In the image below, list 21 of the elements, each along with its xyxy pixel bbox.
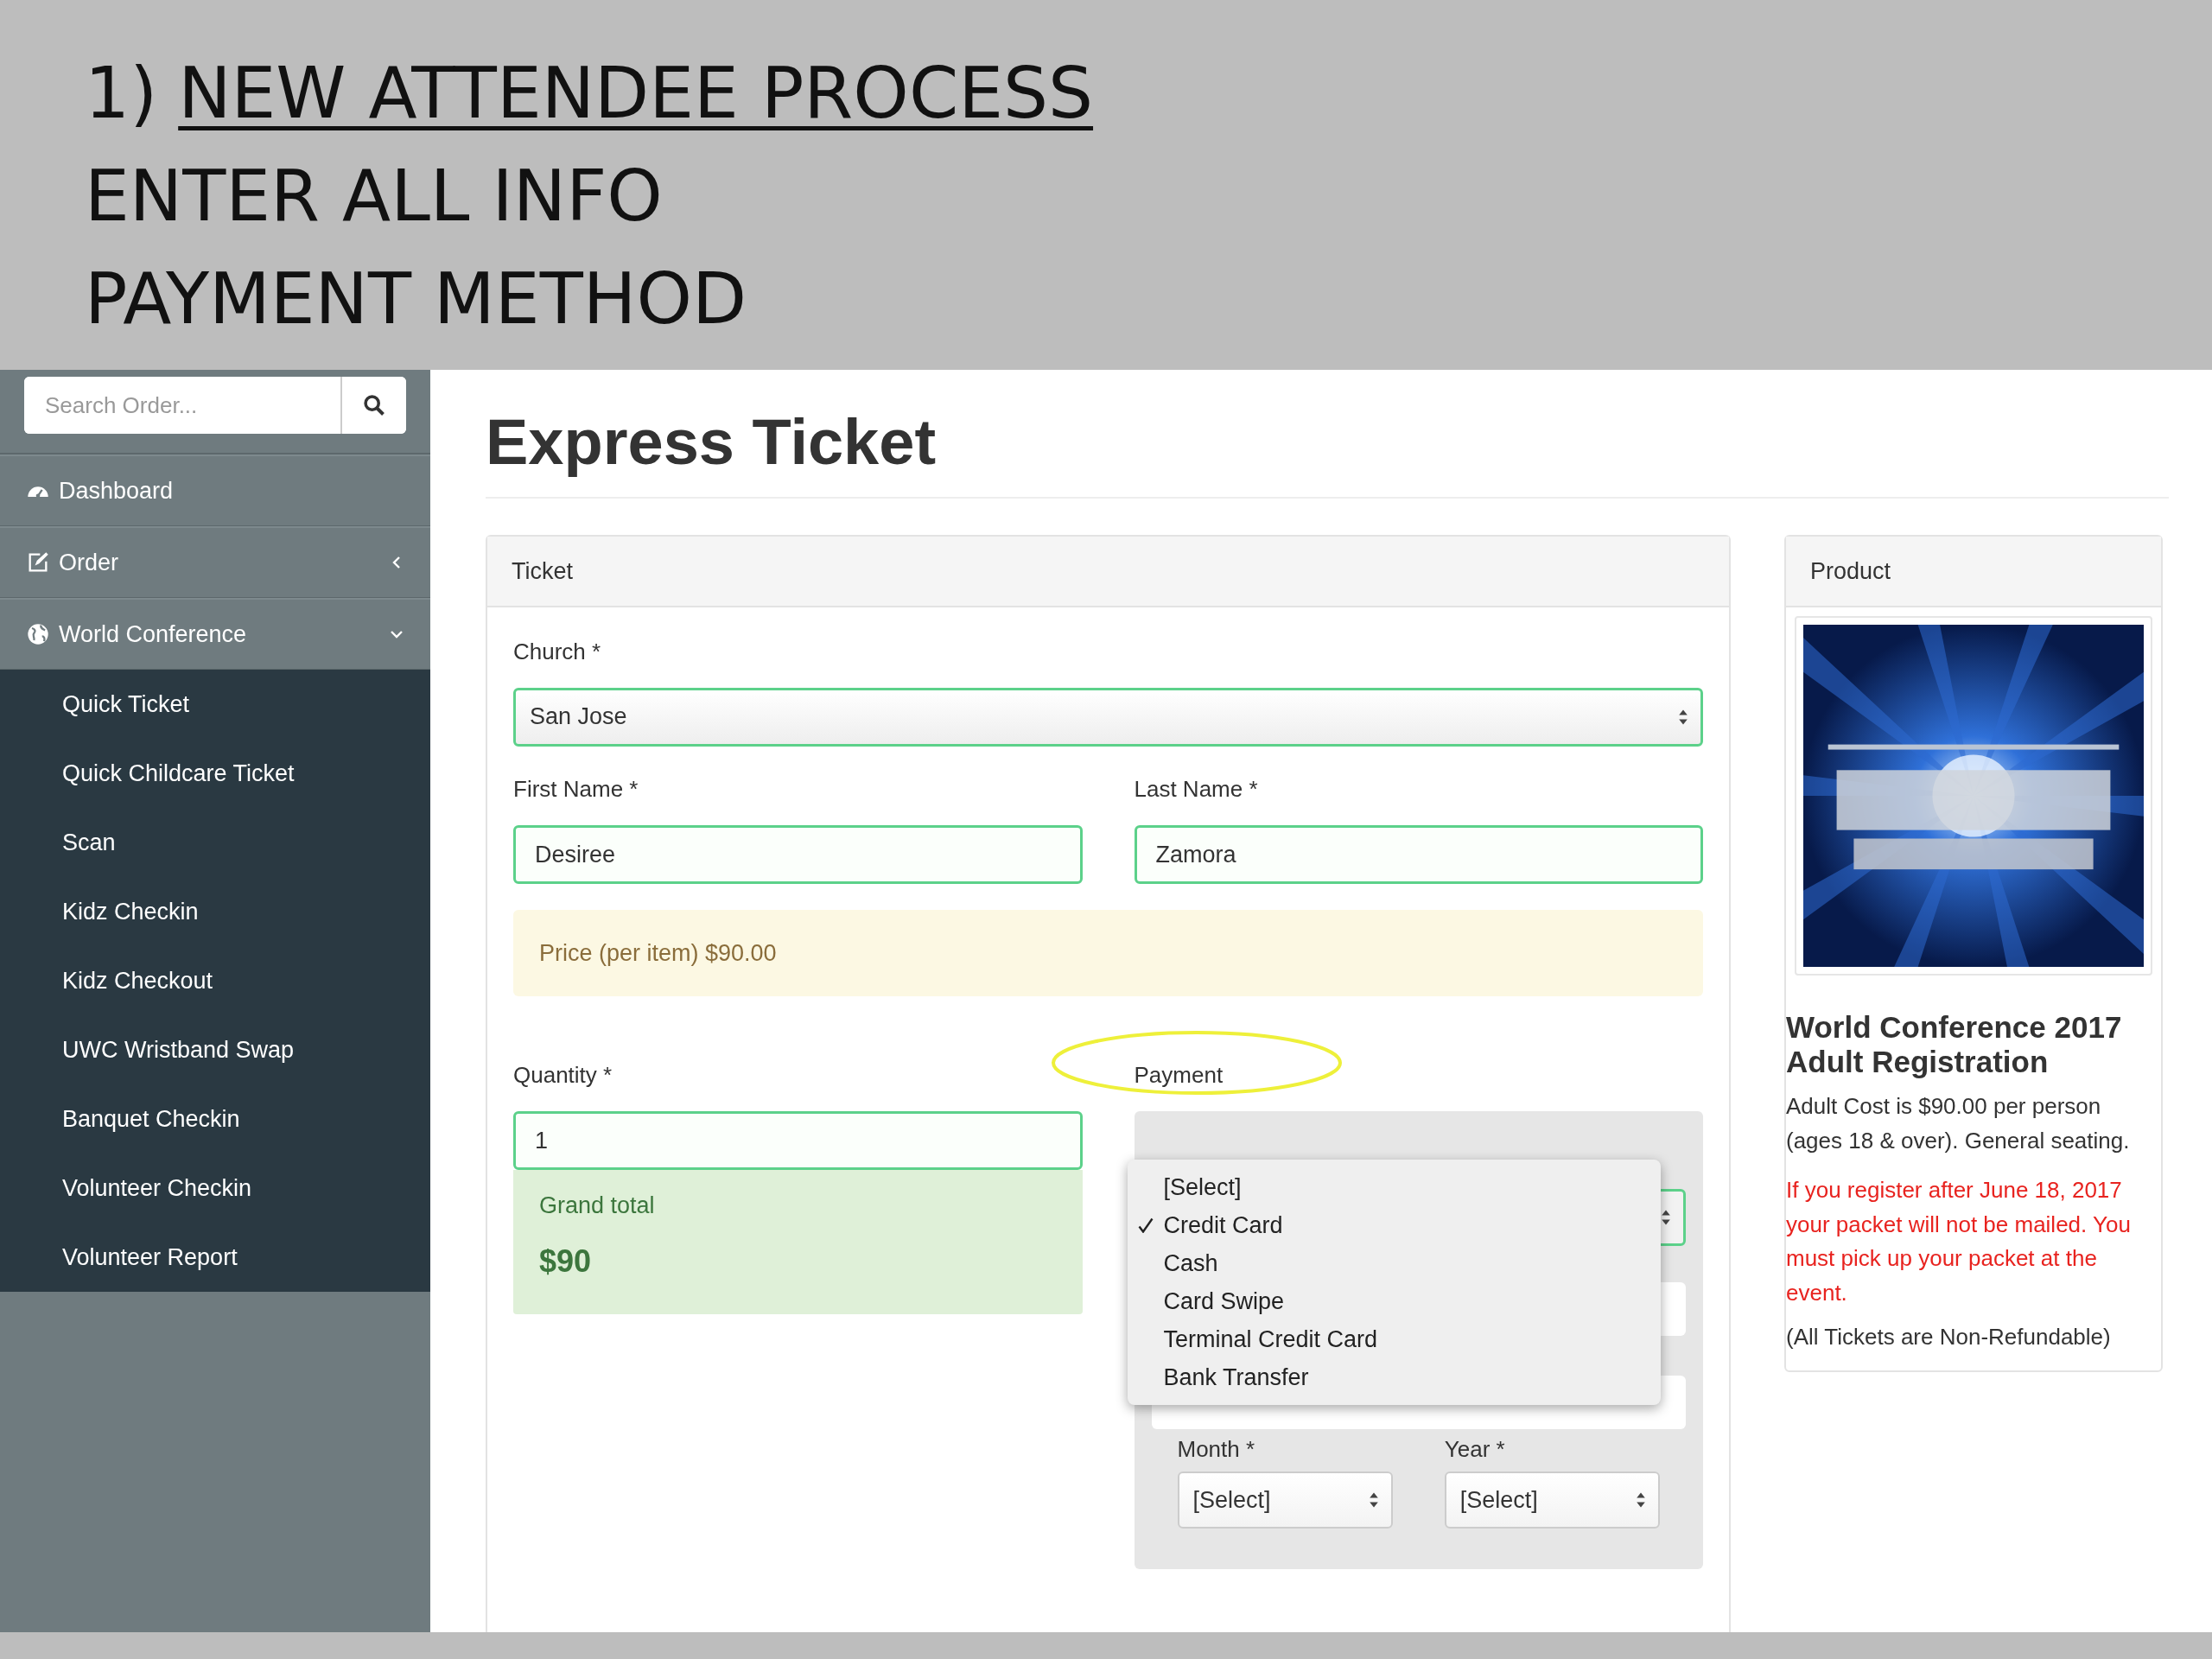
field-label: Month * xyxy=(1177,1436,1256,1464)
slide-title: NEW ATTENDEE PROCESS xyxy=(178,52,1094,134)
note-text: (All Tickets are Non-Refundable) xyxy=(1786,1323,2112,1352)
grand-total-value: $90 xyxy=(539,1243,593,1281)
field-label: Last Name * xyxy=(1134,776,1259,804)
panel-heading: Product xyxy=(1786,536,2161,607)
product-description: Adult Cost is $90.00 per person (ages 18 & over). General seating. xyxy=(1786,1092,2131,1155)
price-alert: Price (per item) $90.00 xyxy=(513,910,1703,997)
slide-text: PAYMENT METHOD xyxy=(85,257,747,340)
slide-text: ENTER ALL INFO xyxy=(85,155,663,237)
slide-number: 1) xyxy=(85,52,158,134)
field-label: Year * xyxy=(1444,1436,1506,1464)
field-label: Quantity * xyxy=(513,1062,613,1090)
field-label: First Name * xyxy=(513,776,639,804)
field-label: Church * xyxy=(513,638,602,665)
product-title: World Conference 2017 Adult Registration xyxy=(1786,1009,2123,1080)
warning-text: If you register after June 18, 2017 your packet will not be mailed. You must pick up your packet at the event. xyxy=(1786,1176,2132,1307)
field-label: Payment xyxy=(1134,1062,1224,1090)
page-title: Express Ticket xyxy=(486,404,2169,499)
panel-heading: Ticket xyxy=(487,536,1729,607)
grand-total-label: Grand total xyxy=(539,1192,656,1220)
